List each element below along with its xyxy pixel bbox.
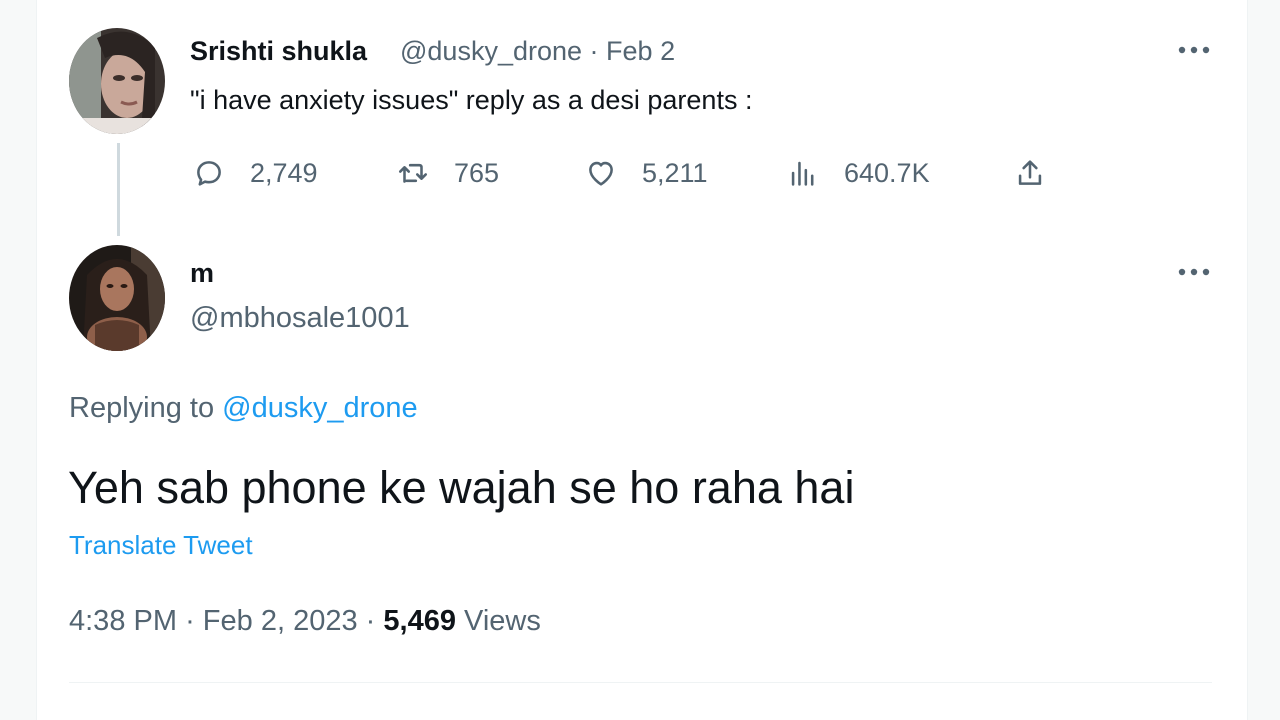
thread-connector-line [117, 143, 120, 236]
reply-date[interactable]: Feb 2, 2023 [203, 605, 358, 637]
bar-chart-icon [791, 161, 814, 186]
meta-dot: · [185, 605, 195, 637]
reply-views-label: Views [464, 605, 541, 637]
avatar-photo-icon [69, 28, 165, 134]
views-count: 640.7K [844, 157, 930, 188]
reply-count: 2,749 [250, 157, 318, 188]
replying-to-prefix: Replying to [69, 392, 215, 424]
tweet-text: "i have anxiety issues" reply as a desi … [190, 85, 753, 115]
reply-author-name[interactable]: m [190, 258, 214, 289]
reply-time[interactable]: 4:38 PM [69, 605, 177, 637]
author-handle-date-line: @dusky_drone · Feb 2 [400, 36, 675, 67]
reply-bubble-icon [197, 161, 221, 186]
reply-author-handle[interactable]: @mbhosale1001 [190, 302, 410, 335]
more-horizontal-icon [1178, 46, 1210, 54]
meta-separator: · [589, 36, 599, 66]
share-action[interactable] [1013, 150, 1047, 196]
share-upload-icon [1018, 160, 1042, 185]
more-horizontal-icon [1178, 268, 1210, 276]
retweet-count: 765 [454, 157, 500, 188]
reply-text: Yeh sab phone ke wajah se ho raha hai [68, 462, 855, 513]
meta-dot: · [365, 605, 376, 637]
heart-icon [589, 161, 613, 186]
avatar-photo-icon [69, 245, 165, 351]
tweet-date[interactable]: Feb 2 [606, 36, 675, 66]
reply-views-count: 5,469 [383, 605, 456, 637]
more-options-button[interactable] [1174, 38, 1214, 62]
retweet-action[interactable]: 765 [396, 150, 499, 196]
like-count: 5,211 [642, 157, 708, 188]
bottom-divider [69, 682, 1212, 683]
replying-to-line: Replying to @dusky_drone [69, 392, 418, 425]
retweet-icon [398, 163, 428, 183]
reply-action[interactable]: 2,749 [192, 150, 318, 196]
author-name[interactable]: Srishti shukla [190, 36, 367, 67]
author-handle[interactable]: @dusky_drone [400, 36, 582, 66]
reply-meta-line: 4:38 PM · Feb 2, 2023 · 5,469 Views [69, 605, 541, 638]
avatar-m[interactable] [69, 245, 165, 351]
translate-tweet-link[interactable]: Translate Tweet [69, 530, 253, 561]
avatar-srishti[interactable] [69, 28, 165, 134]
replying-to-handle[interactable]: @dusky_drone [222, 392, 418, 424]
like-action[interactable]: 5,211 [584, 150, 708, 196]
views-action[interactable]: 640.7K [786, 150, 930, 196]
reply-more-options-button[interactable] [1174, 260, 1214, 284]
